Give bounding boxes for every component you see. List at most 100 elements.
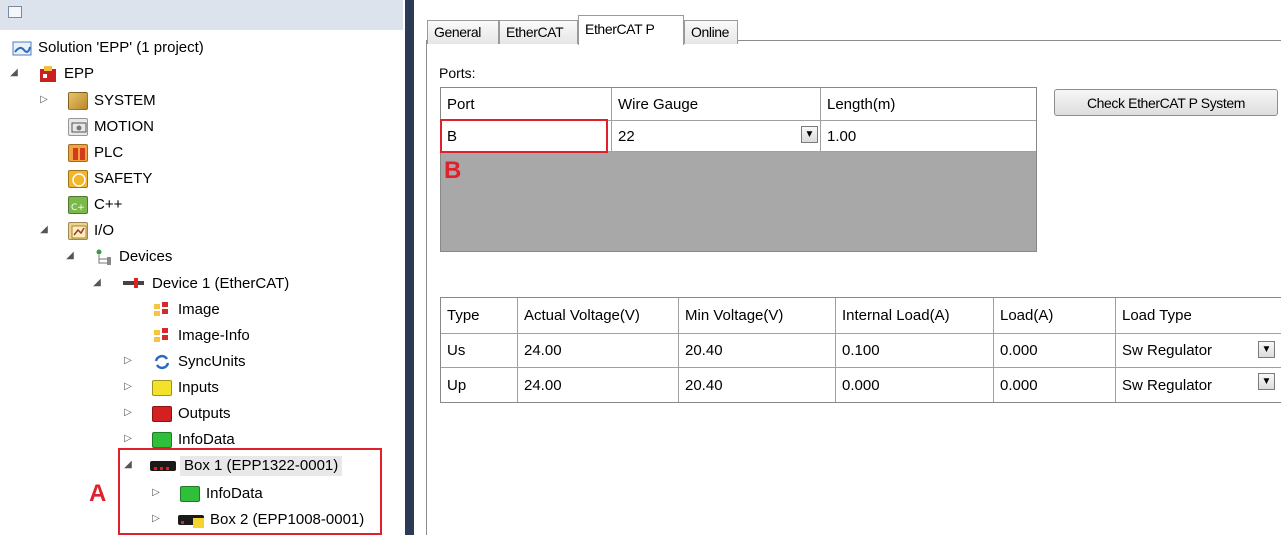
expand-arrow-icon[interactable]: ▷ <box>123 356 133 366</box>
collapse-arrow-icon[interactable]: ◢ <box>65 251 75 261</box>
inputs-icon <box>152 380 172 396</box>
check-ethercat-p-system-button[interactable]: Check EtherCAT P System <box>1054 89 1278 116</box>
column-header-type[interactable]: Type <box>441 298 518 334</box>
min-voltage-cell: 20.40 <box>679 334 836 368</box>
io-icon <box>68 222 88 240</box>
column-header-internal-load[interactable]: Internal Load(A) <box>836 298 994 334</box>
tree-item-devices[interactable]: Devices <box>95 244 172 270</box>
tree-item-io[interactable]: I/O <box>68 218 114 244</box>
tree-item-label: Device 1 (EtherCAT) <box>152 275 290 292</box>
actual-voltage-cell: 24.00 <box>518 334 679 368</box>
tree-item-label: SYSTEM <box>94 92 156 109</box>
tab-online[interactable]: Online <box>684 20 738 44</box>
tree-item-motion[interactable]: MOTION <box>68 114 154 140</box>
load-cell[interactable]: 0.000 <box>994 368 1116 402</box>
tab-ethercat-p[interactable]: EtherCAT P <box>578 15 684 45</box>
length-cell[interactable]: 1.00 <box>821 121 1036 152</box>
tree-item-cpp[interactable]: C+ C++ <box>68 192 122 218</box>
tree-item-safety[interactable]: SAFETY <box>68 166 152 192</box>
svg-text:C+: C+ <box>71 203 85 213</box>
collapse-arrow-icon[interactable]: ◢ <box>39 225 49 235</box>
dropdown-arrow-icon[interactable]: ▼ <box>1258 373 1275 390</box>
column-header-port[interactable]: Port <box>441 88 612 121</box>
ports-label: Ports: <box>439 65 476 81</box>
column-header-length[interactable]: Length(m) <box>821 88 1036 121</box>
tree-item-label: Image <box>178 301 220 318</box>
expand-arrow-icon[interactable]: ▷ <box>123 382 133 392</box>
tree-item-project-epp[interactable]: EPP <box>38 61 94 87</box>
ports-grid[interactable]: Port Wire Gauge Length(m) B 22 ▼ 1.00 <box>440 87 1037 252</box>
expand-arrow-icon[interactable]: ▷ <box>123 408 133 418</box>
voltage-row[interactable]: Us 24.00 20.40 0.100 0.000 Sw Regulator … <box>441 334 1281 368</box>
tree-item-label: Solution 'EPP' (1 project) <box>38 39 204 56</box>
tree-item-solution[interactable]: Solution 'EPP' (1 project) <box>12 35 204 61</box>
load-type-select[interactable]: Sw Regulator ▼ <box>1116 334 1281 368</box>
devices-icon <box>95 248 113 266</box>
system-icon <box>68 92 88 110</box>
tree-item-label: MOTION <box>94 118 154 135</box>
column-header-load[interactable]: Load(A) <box>994 298 1116 334</box>
motion-icon <box>68 118 88 136</box>
annotation-label-b: B <box>444 157 462 184</box>
tree-item-system[interactable]: SYSTEM <box>68 88 156 114</box>
collapse-arrow-icon[interactable]: ◢ <box>92 278 102 288</box>
collapse-arrow-icon[interactable]: ◢ <box>9 68 19 78</box>
wire-gauge-value: 22 <box>618 127 635 145</box>
image-info-icon <box>152 327 172 345</box>
min-voltage-cell: 20.40 <box>679 368 836 402</box>
annotation-box-a <box>118 448 382 535</box>
tree-item-label: Devices <box>119 248 173 265</box>
cpp-icon: C+ <box>68 196 88 214</box>
internal-load-cell: 0.100 <box>836 334 994 368</box>
twincat-project-icon <box>38 65 58 83</box>
actual-voltage-cell: 24.00 <box>518 368 679 402</box>
tree-item-label: EPP <box>64 65 95 82</box>
expand-arrow-icon[interactable]: ▷ <box>39 95 49 105</box>
tree-item-outputs[interactable]: Outputs <box>152 401 231 427</box>
sync-icon <box>152 353 172 371</box>
column-header-min-voltage[interactable]: Min Voltage(V) <box>679 298 836 334</box>
properties-icon[interactable] <box>8 6 22 18</box>
tab-general[interactable]: General <box>427 20 499 44</box>
voltage-grid[interactable]: Type Actual Voltage(V) Min Voltage(V) In… <box>440 297 1281 403</box>
tab-ethercat[interactable]: EtherCAT <box>499 20 578 44</box>
voltage-row[interactable]: Up 24.00 20.40 0.000 0.000 Sw Regulator … <box>441 368 1281 402</box>
ethercat-device-icon <box>122 275 146 293</box>
infodata-icon <box>152 432 172 448</box>
annotation-label-a: A <box>89 480 107 507</box>
tree-item-inputs[interactable]: Inputs <box>152 375 219 401</box>
plc-icon <box>68 144 88 162</box>
outputs-icon <box>152 406 172 422</box>
tree-item-label: SyncUnits <box>178 353 246 370</box>
tree-item-device1[interactable]: Device 1 (EtherCAT) <box>122 271 289 297</box>
load-cell[interactable]: 0.000 <box>994 334 1116 368</box>
column-header-wire-gauge[interactable]: Wire Gauge <box>612 88 821 121</box>
load-type-select[interactable]: Sw Regulator ▼ <box>1116 368 1281 402</box>
load-type-value: Sw Regulator <box>1122 342 1213 359</box>
dropdown-arrow-icon[interactable]: ▼ <box>801 126 818 143</box>
voltage-header-row: Type Actual Voltage(V) Min Voltage(V) In… <box>441 298 1281 334</box>
wire-gauge-select[interactable]: 22 ▼ <box>612 121 821 152</box>
tree-item-label: PLC <box>94 144 124 161</box>
solution-explorer: Solution 'EPP' (1 project) ◢ EPP ▷ SYSTE… <box>0 0 403 535</box>
dropdown-arrow-icon[interactable]: ▼ <box>1258 341 1275 358</box>
solution-explorer-toolbar <box>0 0 403 30</box>
tree-item-label: Inputs <box>178 379 219 396</box>
tree-item-label: InfoData <box>178 431 235 448</box>
tree-item-image-info[interactable]: Image-Info <box>152 323 250 349</box>
tree-item-plc[interactable]: PLC <box>68 140 123 166</box>
tree-item-label: SAFETY <box>94 170 153 187</box>
tree-item-label: Outputs <box>178 405 231 422</box>
image-icon <box>152 301 172 319</box>
type-cell: Up <box>441 368 518 402</box>
internal-load-cell: 0.000 <box>836 368 994 402</box>
column-header-actual-voltage[interactable]: Actual Voltage(V) <box>518 298 679 334</box>
splitter-bar[interactable] <box>405 0 414 535</box>
tree-item-image[interactable]: Image <box>152 297 220 323</box>
pane-splitter[interactable] <box>403 0 417 535</box>
column-header-load-type[interactable]: Load Type <box>1116 298 1281 334</box>
ports-header-row: Port Wire Gauge Length(m) <box>441 88 1036 121</box>
expand-arrow-icon[interactable]: ▷ <box>123 434 133 444</box>
tree-item-syncunits[interactable]: SyncUnits <box>152 349 246 375</box>
type-cell: Us <box>441 334 518 368</box>
